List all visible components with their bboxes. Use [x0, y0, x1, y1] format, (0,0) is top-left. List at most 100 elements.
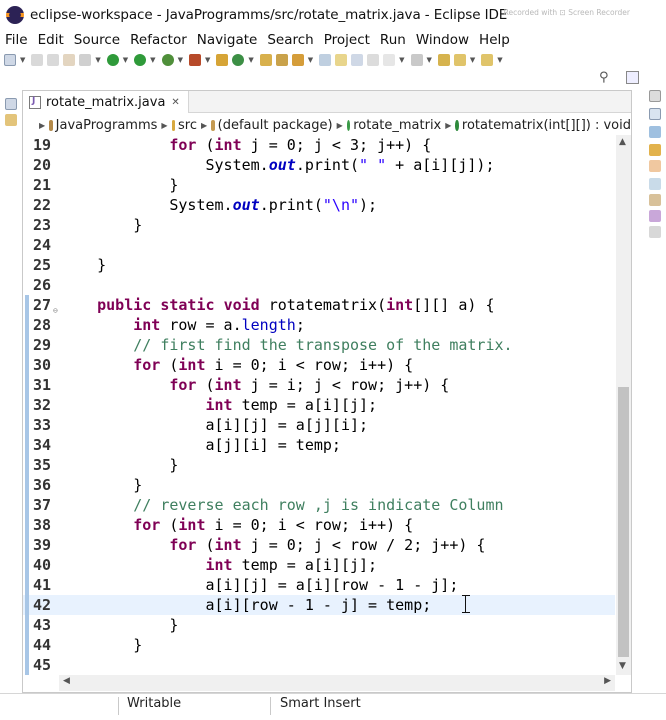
code-line[interactable]: 33 a[i][j] = a[j][i];: [23, 415, 615, 435]
console-icon[interactable]: [649, 160, 661, 172]
package-explorer-icon[interactable]: [5, 114, 17, 126]
menu-project[interactable]: Project: [319, 32, 375, 48]
code-line[interactable]: 30 for (int i = 0; i < row; i++) {: [23, 355, 615, 375]
java-perspective-icon[interactable]: [626, 71, 639, 84]
debug-icon[interactable]: [106, 54, 119, 66]
chevron-down-icon[interactable]: ▼: [497, 56, 502, 64]
menu-window[interactable]: Window: [411, 32, 474, 48]
scroll-down-icon[interactable]: ▼: [619, 661, 626, 671]
external-tools-icon[interactable]: [188, 54, 201, 66]
coverage-icon[interactable]: [161, 54, 174, 66]
code-line[interactable]: 39 for (int j = 0; j < row / 2; j++) {: [23, 535, 615, 555]
menu-help[interactable]: Help: [474, 32, 515, 48]
code-line[interactable]: 29 // first find the transpose of the ma…: [23, 335, 615, 355]
chevron-down-icon[interactable]: ▼: [150, 56, 155, 64]
code-line[interactable]: 24: [23, 235, 615, 255]
chevron-down-icon[interactable]: ▼: [95, 56, 100, 64]
code-line[interactable]: 25 }: [23, 255, 615, 275]
close-icon[interactable]: ✕: [171, 97, 179, 108]
vertical-scrollbar[interactable]: ▲ ▼: [616, 135, 631, 675]
code-line[interactable]: 19 for (int j = 0; j < 3; j++) {: [23, 135, 615, 155]
forward-icon[interactable]: [481, 54, 494, 66]
breadcrumb-item-package[interactable]: (default package): [218, 118, 333, 133]
save-all-icon[interactable]: [47, 54, 60, 66]
code-line[interactable]: 20 System.out.print(" " + a[i][j]);: [23, 155, 615, 175]
new-icon[interactable]: [4, 54, 16, 66]
back-icon[interactable]: [453, 54, 466, 66]
code-line[interactable]: 35 }: [23, 455, 615, 475]
code-line[interactable]: 36 }: [23, 475, 615, 495]
editor-tab[interactable]: rotate_matrix.java ✕: [23, 91, 189, 113]
outline-icon[interactable]: [649, 108, 661, 120]
search-icon[interactable]: ⚲: [599, 70, 609, 85]
status-insert-mode[interactable]: Smart Insert: [280, 696, 361, 711]
chevron-down-icon[interactable]: ▼: [427, 56, 432, 64]
chevron-down-icon[interactable]: ▼: [20, 56, 25, 64]
code-line[interactable]: 43 }: [23, 615, 615, 635]
horizontal-scrollbar[interactable]: ◀ ▶: [59, 675, 615, 691]
code-line[interactable]: 40 int temp = a[i][j];: [23, 555, 615, 575]
open-task-icon[interactable]: [275, 54, 288, 66]
code-line[interactable]: 38 for (int i = 0; i < row; i++) {: [23, 515, 615, 535]
chevron-down-icon[interactable]: ▼: [178, 56, 183, 64]
code-line[interactable]: 28 int row = a.length;: [23, 315, 615, 335]
open-type-icon[interactable]: [259, 54, 272, 66]
restore-right-icon[interactable]: [649, 90, 661, 102]
menu-search[interactable]: Search: [262, 32, 318, 48]
menu-edit[interactable]: Edit: [33, 32, 69, 48]
chevron-down-icon[interactable]: ▼: [123, 56, 128, 64]
code-line[interactable]: 22 System.out.print("\n");: [23, 195, 615, 215]
code-line[interactable]: 44 }: [23, 635, 615, 655]
code-line[interactable]: 26: [23, 275, 615, 295]
show-whitespace-icon[interactable]: [383, 54, 396, 66]
restore-icon[interactable]: [5, 98, 17, 110]
scroll-right-icon[interactable]: ▶: [604, 676, 611, 686]
print-icon[interactable]: [63, 54, 76, 66]
next-annotation-icon[interactable]: [410, 54, 423, 66]
code-line[interactable]: 21 }: [23, 175, 615, 195]
menu-file[interactable]: File: [0, 32, 33, 48]
word-wrap-icon[interactable]: [351, 54, 364, 66]
code-line[interactable]: 42 a[i][row - 1 - j] = temp;: [23, 595, 615, 615]
breadcrumb-item-src[interactable]: src: [178, 118, 197, 133]
breadcrumb-item-class[interactable]: rotate_matrix: [353, 118, 441, 133]
breadcrumb-item-project[interactable]: JavaProgramms: [56, 118, 158, 133]
declaration-icon[interactable]: [649, 178, 661, 190]
save-icon[interactable]: [31, 54, 44, 66]
chevron-down-icon[interactable]: ▼: [248, 56, 253, 64]
code-line[interactable]: 27 ⊖ public static void rotatematrix(int[…: [23, 295, 615, 315]
menu-navigate[interactable]: Navigate: [192, 32, 263, 48]
menu-run[interactable]: Run: [375, 32, 411, 48]
toggle-breadcrumb-icon[interactable]: [319, 54, 332, 66]
search-view-icon[interactable]: [649, 210, 661, 222]
code-area[interactable]: 19 for (int j = 0; j < 3; j++) {20 Syste…: [23, 135, 631, 675]
chevron-down-icon[interactable]: ▼: [205, 56, 210, 64]
chevron-down-icon[interactable]: ▼: [470, 56, 475, 64]
breadcrumb-item-method[interactable]: rotatematrix(int[][]) : void: [462, 118, 631, 133]
block-selection-icon[interactable]: [367, 54, 380, 66]
problems-icon[interactable]: [649, 144, 661, 156]
code-line[interactable]: 23 }: [23, 215, 615, 235]
code-line[interactable]: 45: [23, 655, 615, 675]
code-line[interactable]: 41 a[i][j] = a[i][row - 1 - j];: [23, 575, 615, 595]
progress-view-icon[interactable]: [649, 226, 661, 238]
mark-occurrences-icon[interactable]: [335, 54, 348, 66]
code-line[interactable]: 37 // reverse each row ,j is indicate Co…: [23, 495, 615, 515]
new-class-icon[interactable]: [232, 54, 245, 66]
search-toolbar-icon[interactable]: [291, 54, 304, 66]
scroll-up-icon[interactable]: ▲: [619, 137, 626, 147]
scroll-thumb[interactable]: [618, 387, 629, 657]
chevron-down-icon[interactable]: ▼: [399, 56, 404, 64]
run-icon[interactable]: [134, 54, 147, 66]
chevron-down-icon[interactable]: ▼: [308, 56, 313, 64]
build-icon[interactable]: [79, 54, 92, 66]
menu-source[interactable]: Source: [69, 32, 125, 48]
code-line[interactable]: 31 for (int j = i; j < row; j++) {: [23, 375, 615, 395]
code-line[interactable]: 34 a[j][i] = temp;: [23, 435, 615, 455]
javadoc-icon[interactable]: [649, 194, 661, 206]
new-java-project-icon[interactable]: [216, 54, 229, 66]
code-line[interactable]: 32 int temp = a[i][j];: [23, 395, 615, 415]
scroll-left-icon[interactable]: ◀: [63, 676, 70, 686]
last-edit-icon[interactable]: [437, 54, 450, 66]
menu-refactor[interactable]: Refactor: [125, 32, 192, 48]
